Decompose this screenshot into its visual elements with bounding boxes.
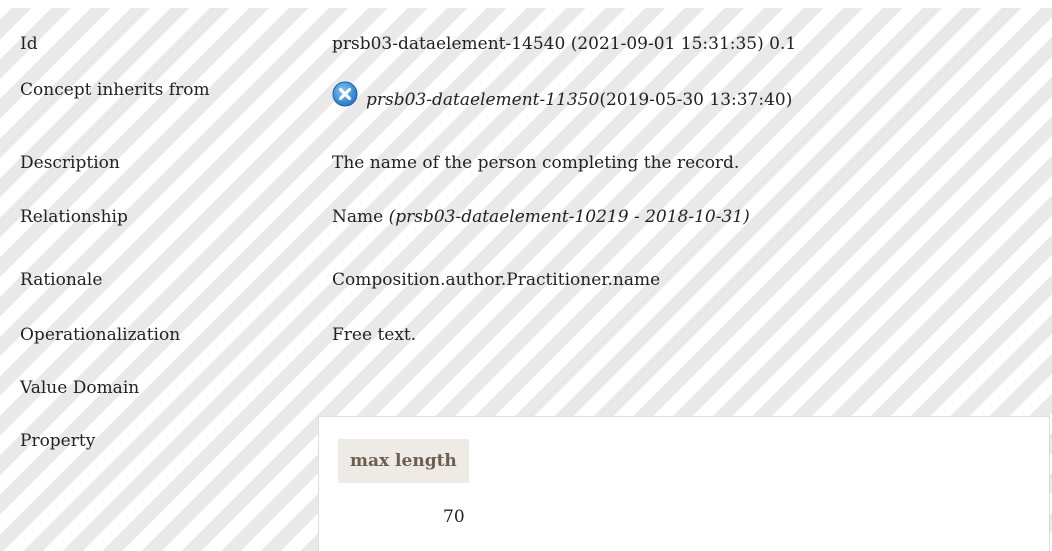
max-length-header: max length xyxy=(338,439,469,483)
row-value-domain: Value Domain xyxy=(0,368,1052,408)
concept-inherits-value: prsb03-dataelement-11350 (2019-05-30 13:… xyxy=(332,80,792,120)
operationalization-label: Operationalization xyxy=(20,325,181,345)
concept-inherits-label: Concept inherits from xyxy=(20,80,210,100)
row-relationship: Relationship Name (prsb03-dataelement-10… xyxy=(0,197,1052,237)
value-domain-label: Value Domain xyxy=(20,378,140,398)
relationship-ref[interactable]: (prsb03-dataelement-10219 - 2018-10-31) xyxy=(389,207,750,227)
description-value: The name of the person completing the re… xyxy=(332,153,740,173)
max-length-value: 70 xyxy=(443,507,465,527)
concept-inherits-date: (2019-05-30 13:37:40) xyxy=(599,90,793,110)
row-rationale: Rationale Composition.author.Practitione… xyxy=(0,260,1052,300)
concept-inherits-link[interactable]: prsb03-dataelement-11350 xyxy=(366,80,599,120)
relationship-name: Name xyxy=(332,207,389,227)
relationship-label: Relationship xyxy=(20,207,128,227)
row-id: Id prsb03-dataelement-14540 (2021-09-01 … xyxy=(0,24,1052,64)
operationalization-value: Free text. xyxy=(332,325,417,345)
row-concept-inherits: Concept inherits from prsb03-dataelement… xyxy=(0,80,1052,120)
row-description: Description The name of the person compl… xyxy=(0,143,1052,183)
description-label: Description xyxy=(20,153,120,173)
row-operationalization: Operationalization Free text. xyxy=(0,315,1052,355)
id-label: Id xyxy=(20,34,38,54)
top-strip xyxy=(0,0,1052,8)
blue-x-circle-icon[interactable] xyxy=(332,81,358,107)
property-panel: max length 70 xyxy=(318,416,1050,551)
id-value: prsb03-dataelement-14540 (2021-09-01 15:… xyxy=(332,34,797,54)
property-label: Property xyxy=(20,431,96,451)
rationale-label: Rationale xyxy=(20,270,103,290)
relationship-value: Name (prsb03-dataelement-10219 - 2018-10… xyxy=(332,197,750,237)
rationale-value: Composition.author.Practitioner.name xyxy=(332,270,661,290)
